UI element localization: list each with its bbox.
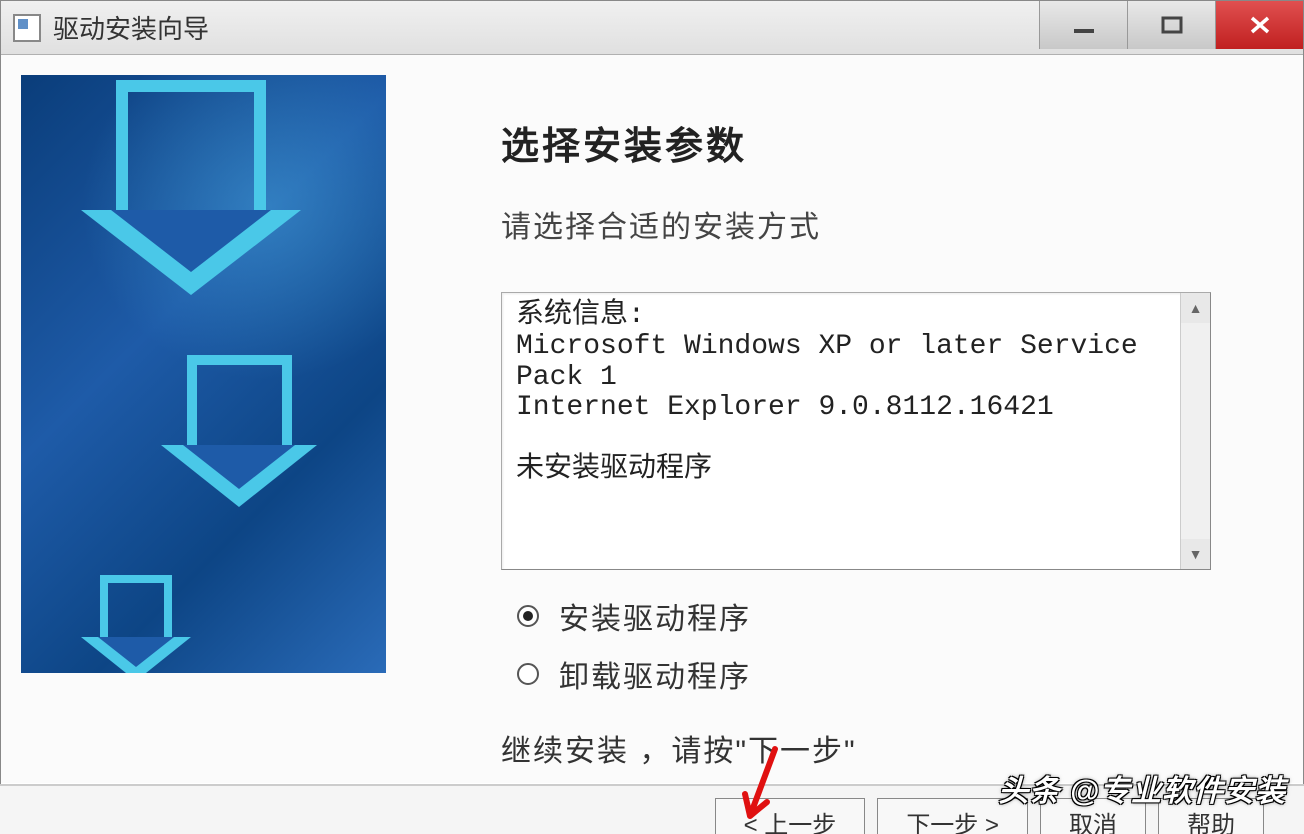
arrow-icon [81,575,191,673]
radio-install-driver[interactable]: 安装驱动程序 [517,594,1228,638]
window-title: 驱动安装向导 [53,9,209,46]
scroll-down-button[interactable]: ▼ [1181,539,1210,569]
content-area: 选择安装参数 请选择合适的安装方式 系统信息: Microsoft Window… [1,55,1303,783]
close-button[interactable] [1215,1,1303,49]
watermark-text: 头条 @专业软件安装 [998,766,1286,810]
page-subheading: 请选择合适的安装方式 [501,202,1228,246]
arrow-icon [161,355,317,507]
radio-icon [517,663,539,685]
back-button[interactable]: < 上一步 [715,798,866,834]
radio-group: 安装驱动程序 卸载驱动程序 [517,594,1228,696]
maximize-button[interactable] [1127,1,1215,49]
app-icon [13,14,41,42]
arrow-icon [81,80,301,295]
wizard-sidebar-image [21,75,386,673]
scroll-up-button[interactable]: ▲ [1181,293,1210,323]
continue-instruction: 继续安装 ，请按"下一步" [501,726,1228,770]
titlebar: 驱动安装向导 [1,1,1303,55]
radio-uninstall-driver[interactable]: 卸载驱动程序 [517,652,1228,696]
radio-label: 卸载驱动程序 [559,652,751,696]
radio-label: 安装驱动程序 [559,594,751,638]
system-info-text: 系统信息: Microsoft Windows XP or later Serv… [502,293,1180,494]
scrollbar[interactable]: ▲ ▼ [1180,293,1210,569]
page-heading: 选择安装参数 [501,115,1228,170]
installer-window: 驱动安装向导 [0,0,1304,834]
minimize-button[interactable] [1039,1,1127,49]
radio-icon [517,605,539,627]
main-panel: 选择安装参数 请选择合适的安装方式 系统信息: Microsoft Window… [386,55,1303,783]
window-controls [1039,1,1303,49]
system-info-box: 系统信息: Microsoft Windows XP or later Serv… [501,292,1211,570]
